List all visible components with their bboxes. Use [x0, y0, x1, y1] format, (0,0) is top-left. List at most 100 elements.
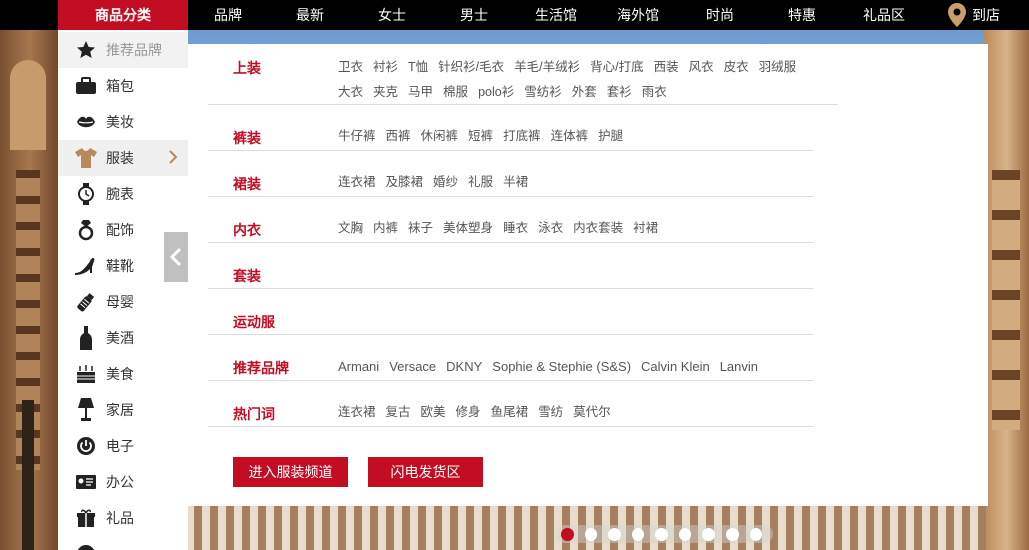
- nav-item-life[interactable]: 生活馆: [535, 0, 577, 30]
- carousel-dot[interactable]: [631, 527, 645, 541]
- sidebar-item-food[interactable]: 美食: [58, 356, 188, 392]
- link-item[interactable]: 夹克: [373, 80, 398, 105]
- link-item[interactable]: 泳衣: [538, 216, 563, 241]
- link-item[interactable]: 半裙: [503, 170, 528, 195]
- link-item[interactable]: 背心/打底: [590, 55, 643, 80]
- link-item[interactable]: 打底裤: [503, 124, 541, 149]
- brand-link[interactable]: Sophie & Stephie (S&S): [492, 354, 631, 379]
- carousel-dot[interactable]: [608, 527, 621, 541]
- carousel-prev-button[interactable]: [164, 232, 188, 282]
- category-title-hot-words[interactable]: 热门词: [233, 404, 275, 424]
- link-item[interactable]: 衬裙: [633, 216, 658, 241]
- nav-item-men[interactable]: 男士: [460, 0, 488, 30]
- brand-link[interactable]: Versace: [389, 354, 436, 379]
- carousel-dot[interactable]: [584, 527, 598, 541]
- chevron-right-icon: [168, 149, 178, 168]
- link-item[interactable]: 衬衫: [373, 55, 398, 80]
- link-item[interactable]: 羽绒服: [759, 55, 797, 80]
- carousel-dot[interactable]: [725, 527, 739, 541]
- link-item[interactable]: 休闲裤: [421, 124, 459, 149]
- sidebar-item-more[interactable]: [58, 536, 188, 550]
- link-item[interactable]: 针织衫/毛衣: [438, 55, 504, 80]
- link-item[interactable]: 西裤: [386, 124, 411, 149]
- link-item[interactable]: 袜子: [408, 216, 433, 241]
- link-item[interactable]: 睡衣: [503, 216, 528, 241]
- shirt-icon: [72, 146, 100, 170]
- brand-link[interactable]: DKNY: [446, 354, 482, 379]
- flash-delivery-button[interactable]: 闪电发货区: [368, 457, 483, 487]
- nav-item-fashion[interactable]: 时尚: [706, 0, 734, 30]
- link-item[interactable]: 短裤: [468, 124, 493, 149]
- category-title-pants[interactable]: 裤装: [233, 128, 261, 148]
- link-item[interactable]: polo衫: [478, 80, 514, 105]
- nav-item-brand[interactable]: 品牌: [214, 0, 242, 30]
- link-item[interactable]: 卫衣: [338, 55, 363, 80]
- sidebar-item-bags[interactable]: 箱包: [58, 68, 188, 104]
- link-item[interactable]: 棉服: [443, 80, 468, 105]
- category-title-skirts[interactable]: 裙装: [233, 174, 261, 194]
- sidebar-item-clothing[interactable]: 服装: [58, 140, 188, 176]
- link-item[interactable]: 马甲: [408, 80, 433, 105]
- hot-word-links: 连衣裙 复古 欧美 修身 鱼尾裙 雪纺 莫代尔: [338, 400, 828, 425]
- brand-link[interactable]: Lanvin: [720, 354, 758, 379]
- link-item[interactable]: 连衣裙: [338, 400, 376, 425]
- carousel-dot[interactable]: [678, 527, 692, 541]
- link-item[interactable]: 雨衣: [642, 80, 667, 105]
- category-title-underwear[interactable]: 内衣: [233, 220, 261, 240]
- link-item[interactable]: 连衣裙: [338, 170, 376, 195]
- category-title[interactable]: 商品分类: [58, 0, 188, 30]
- brand-link[interactable]: Calvin Klein: [641, 354, 710, 379]
- nav-item-women[interactable]: 女士: [378, 0, 406, 30]
- category-title-suits[interactable]: 套装: [233, 266, 261, 286]
- link-item[interactable]: 修身: [456, 400, 481, 425]
- category-title-tops[interactable]: 上装: [233, 58, 261, 78]
- link-item[interactable]: 欧美: [421, 400, 446, 425]
- brand-link[interactable]: Armani: [338, 354, 379, 379]
- sidebar-item-beauty[interactable]: 美妆: [58, 104, 188, 140]
- sidebar-item-office[interactable]: 办公: [58, 464, 188, 500]
- link-item[interactable]: 皮衣: [724, 55, 749, 80]
- link-item[interactable]: 大衣: [338, 80, 363, 105]
- link-item[interactable]: 婚纱: [433, 170, 458, 195]
- sidebar-item-home[interactable]: 家居: [58, 392, 188, 428]
- link-item[interactable]: 连体裤: [551, 124, 589, 149]
- sidebar-item-baby[interactable]: 母婴: [58, 284, 188, 320]
- sidebar-item-electronics[interactable]: 电子: [58, 428, 188, 464]
- nav-item-sale[interactable]: 特惠: [788, 0, 816, 30]
- store-link[interactable]: 到店: [948, 0, 1000, 30]
- link-item[interactable]: 羊毛/羊绒衫: [514, 55, 580, 80]
- category-title-sportswear[interactable]: 运动服: [233, 312, 275, 332]
- enter-channel-button[interactable]: 进入服装频道: [233, 457, 348, 487]
- carousel-dot[interactable]: [749, 527, 763, 541]
- carousel-dot[interactable]: [655, 527, 668, 541]
- link-item[interactable]: 内裤: [373, 216, 398, 241]
- link-item[interactable]: 护腿: [598, 124, 623, 149]
- nav-item-overseas[interactable]: 海外馆: [617, 0, 659, 30]
- link-item[interactable]: 风衣: [689, 55, 714, 80]
- link-item[interactable]: 莫代尔: [573, 400, 611, 425]
- lips-icon: [72, 110, 100, 134]
- link-item[interactable]: 文胸: [338, 216, 363, 241]
- link-item[interactable]: 及膝裙: [386, 170, 424, 195]
- link-item[interactable]: 美体塑身: [443, 216, 493, 241]
- nav-item-gifts[interactable]: 礼品区: [863, 0, 905, 30]
- carousel-dot[interactable]: [561, 527, 574, 541]
- link-item[interactable]: 外套: [572, 80, 597, 105]
- sidebar-item-wine[interactable]: 美酒: [58, 320, 188, 356]
- link-item[interactable]: 雪纺衫: [524, 80, 562, 105]
- link-item[interactable]: 礼服: [468, 170, 493, 195]
- link-item[interactable]: 鱼尾裙: [491, 400, 529, 425]
- link-item[interactable]: 牛仔裤: [338, 124, 376, 149]
- carousel-dot[interactable]: [702, 527, 715, 541]
- nav-item-new[interactable]: 最新: [296, 0, 324, 30]
- link-item[interactable]: 雪纺: [538, 400, 563, 425]
- category-title-brands[interactable]: 推荐品牌: [233, 358, 289, 378]
- link-item[interactable]: T恤: [408, 55, 428, 80]
- link-item[interactable]: 内衣套装: [573, 216, 623, 241]
- sidebar-item-recommended-brands[interactable]: 推荐品牌: [58, 32, 188, 68]
- link-item[interactable]: 西装: [654, 55, 679, 80]
- link-item[interactable]: 复古: [386, 400, 411, 425]
- sidebar-item-gifts[interactable]: 礼品: [58, 500, 188, 536]
- sidebar-item-watches[interactable]: 腕表: [58, 176, 188, 212]
- link-item[interactable]: 套衫: [607, 80, 632, 105]
